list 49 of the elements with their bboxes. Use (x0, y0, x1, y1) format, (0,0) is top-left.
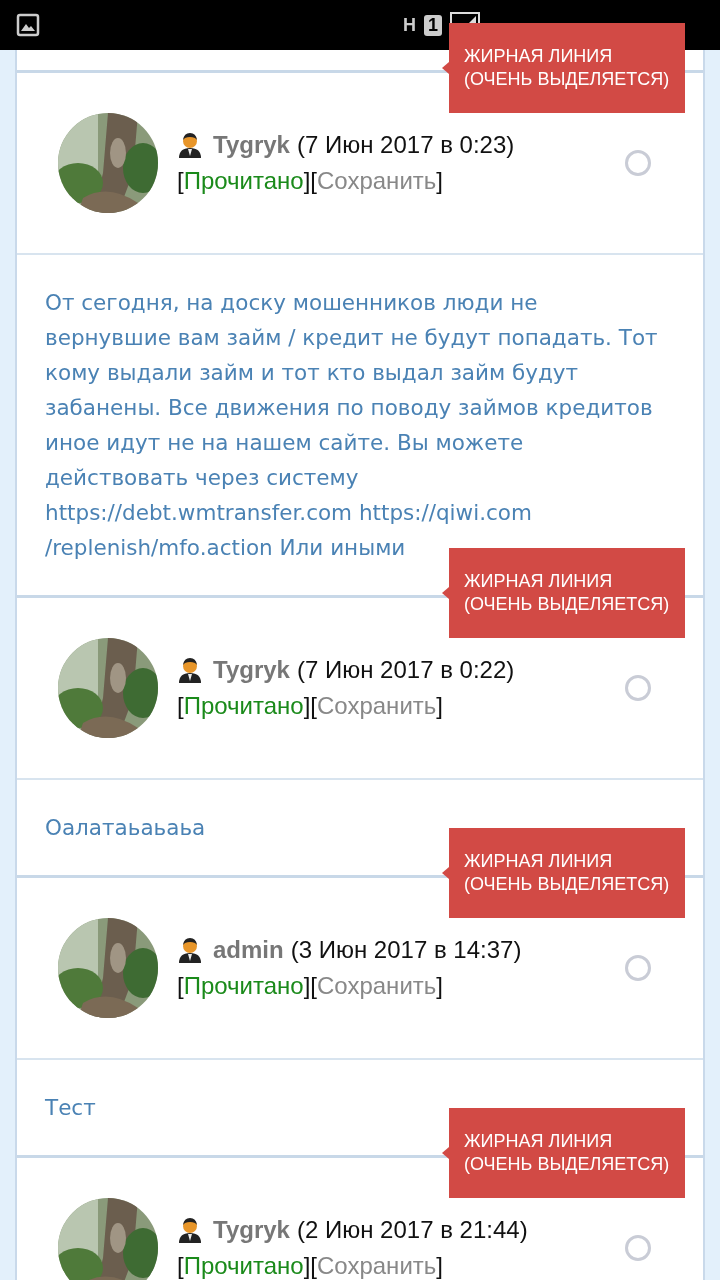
network-type: H (403, 14, 416, 36)
bracket: ] (303, 972, 311, 999)
bracket: [ (310, 692, 317, 719)
post-date: (7 Июн 2017 в 0:23) (296, 131, 515, 159)
bracket: ] (303, 167, 311, 194)
user-icon (177, 1217, 203, 1243)
read-link[interactable]: Прочитано (183, 972, 304, 999)
author-name[interactable]: admin (213, 936, 284, 964)
user-icon (177, 657, 203, 683)
callout-label: ЖИРНАЯ ЛИНИЯ (ОЧЕНЬ ВЫДЕЛЯЕТСЯ) (442, 1108, 685, 1198)
gallery-icon (16, 13, 40, 37)
radio-button[interactable] (625, 675, 651, 701)
bracket: ] (436, 972, 443, 999)
user-icon (177, 937, 203, 963)
callout-label: ЖИРНАЯ ЛИНИЯ (ОЧЕНЬ ВЫДЕЛЯЕТСЯ) (442, 828, 685, 918)
callout-label: ЖИРНАЯ ЛИНИЯ (ОЧЕНЬ ВЫДЕЛЯЕТСЯ) (442, 23, 685, 113)
bracket: ] (303, 692, 311, 719)
radio-button[interactable] (625, 955, 651, 981)
post-date: (3 Июн 2017 в 14:37) (290, 936, 522, 964)
read-link[interactable]: Прочитано (183, 167, 304, 194)
bracket: ] (436, 1252, 443, 1279)
bracket: ] (436, 692, 443, 719)
radio-button[interactable] (625, 150, 651, 176)
save-link[interactable]: Сохранить (317, 692, 437, 719)
save-link[interactable]: Сохранить (317, 1252, 437, 1279)
bracket: [ (310, 972, 317, 999)
bracket: [ (177, 1252, 184, 1279)
radio-button[interactable] (625, 1235, 651, 1261)
author-name[interactable]: Tygryk (213, 656, 290, 684)
bracket: ] (303, 1252, 311, 1279)
save-link[interactable]: Сохранить (317, 972, 437, 999)
sim-badge: 1 (424, 14, 442, 36)
message-text: Тест (45, 1094, 97, 1122)
bracket: [ (310, 167, 317, 194)
bracket: [ (177, 692, 184, 719)
author-name[interactable]: Tygryk (213, 1216, 290, 1244)
read-link[interactable]: Прочитано (183, 1252, 304, 1279)
post-date: (7 Июн 2017 в 0:22) (296, 656, 515, 684)
callout-label: ЖИРНАЯ ЛИНИЯ (ОЧЕНЬ ВЫДЕЛЯЕТСЯ) (442, 548, 685, 638)
user-icon (177, 132, 203, 158)
bracket: ] (436, 167, 443, 194)
save-link[interactable]: Сохранить (317, 167, 437, 194)
post-date: (2 Июн 2017 в 21:44) (296, 1216, 528, 1244)
bracket: [ (177, 972, 184, 999)
bracket: [ (177, 167, 184, 194)
message-text: Оалатаьаьаьа (45, 814, 207, 842)
read-link[interactable]: Прочитано (183, 692, 304, 719)
bracket: [ (310, 1252, 317, 1279)
author-name[interactable]: Tygryk (213, 131, 290, 159)
